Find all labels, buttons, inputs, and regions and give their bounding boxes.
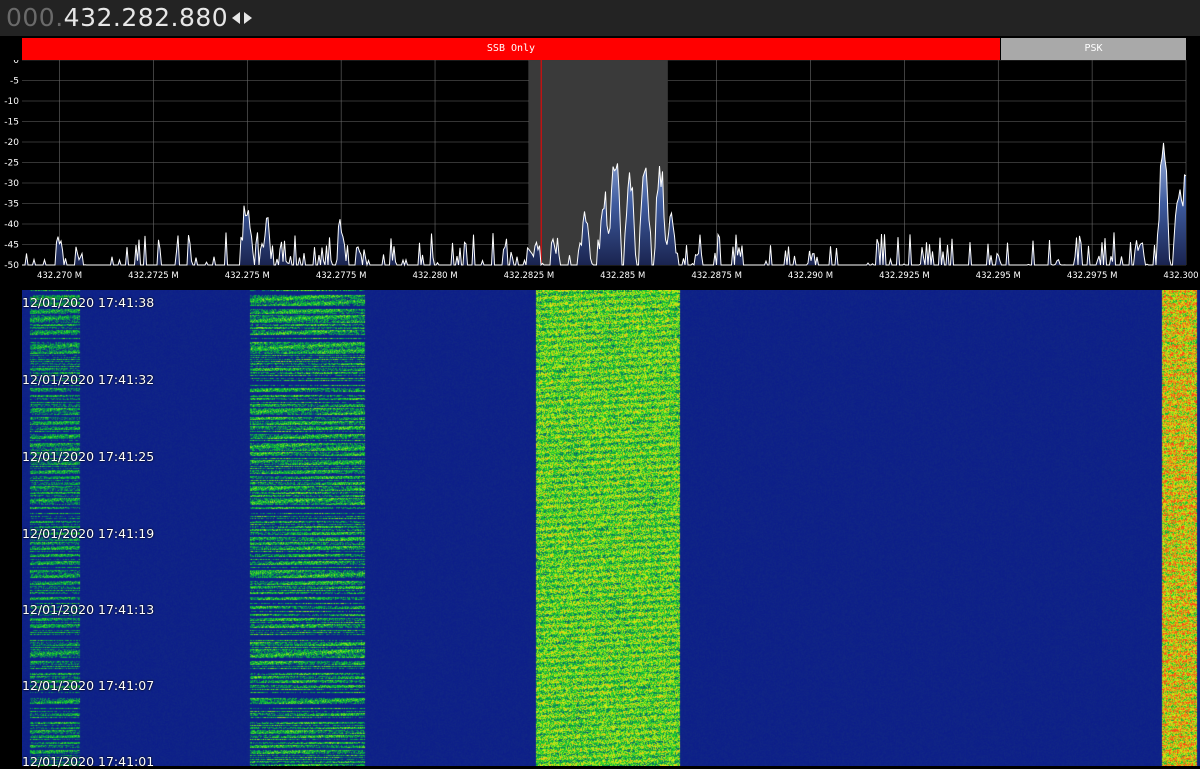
frequency-tick-label: 432.2925 M xyxy=(879,271,930,281)
frequency-tick-label: 432.270 M xyxy=(37,271,82,281)
waterfall-canvas[interactable] xyxy=(22,290,1200,766)
waterfall-timestamp: 12/01/2020 17:41:01 xyxy=(22,754,155,769)
db-tick-label: -10 xyxy=(4,97,19,107)
waterfall-timestamp: 12/01/2020 17:41:25 xyxy=(22,449,155,464)
frequency-tick-label: 432.290 M xyxy=(788,271,833,281)
waterfall-timestamp: 12/01/2020 17:41:19 xyxy=(22,526,155,541)
frequency-tick-label: 432.2825 M xyxy=(504,271,555,281)
frequency-tick-label: 432.280 M xyxy=(412,271,457,281)
frequency-tick-label: 432.2775 M xyxy=(316,271,367,281)
db-tick-label: -20 xyxy=(4,138,19,148)
frequency-digits[interactable]: 432.282.880 xyxy=(64,3,229,32)
db-tick-label: -15 xyxy=(4,118,19,128)
waterfall-timestamp: 12/01/2020 17:41:32 xyxy=(22,372,155,387)
arrow-left-icon[interactable] xyxy=(232,12,241,24)
db-tick-label: -35 xyxy=(4,200,19,210)
waterfall-display[interactable]: 12/01/2020 17:41:38 12/01/2020 17:41:32 … xyxy=(22,290,1200,769)
waterfall-timestamp: 12/01/2020 17:41:07 xyxy=(22,678,155,693)
frequency-tick-label: 432.295 M xyxy=(976,271,1021,281)
frequency-display[interactable]: 000.432.282.880 xyxy=(6,2,228,34)
bandplan-bar: SSB Only PSK xyxy=(22,38,1186,60)
db-tick-label: -45 xyxy=(4,241,19,251)
arrow-right-icon[interactable] xyxy=(243,12,252,24)
db-tick-label: -30 xyxy=(4,179,19,189)
spectrum-plot[interactable]: 0 -5 -10 -15 -20 -25 -30 -35 -40 -45 -50 432.270 M… xyxy=(0,60,1200,286)
tuner-bar: 000.432.282.880 xyxy=(0,0,1200,36)
left-right-arrows-icon[interactable] xyxy=(232,9,254,27)
db-tick-label: -25 xyxy=(4,159,19,169)
db-tick-label: -5 xyxy=(10,77,19,87)
frequency-tick-label: 432.285 M xyxy=(600,271,645,281)
bandplan-segment-psk[interactable]: PSK xyxy=(1001,38,1186,60)
waterfall-timestamp: 12/01/2020 17:41:13 xyxy=(22,602,155,617)
frequency-tick-label: 432.300 M xyxy=(1163,271,1200,281)
frequency-tick-label: 432.2875 M xyxy=(691,271,742,281)
frequency-tick-label: 432.2975 M xyxy=(1067,271,1118,281)
bandplan-segment-ssb-only[interactable]: SSB Only xyxy=(22,38,1000,60)
frequency-leading-digits[interactable]: 000. xyxy=(6,3,64,32)
waterfall-timestamp: 12/01/2020 17:41:38 xyxy=(22,295,155,310)
frequency-tick-label: 432.275 M xyxy=(225,271,270,281)
frequency-tick-label: 432.2725 M xyxy=(128,271,179,281)
db-tick-label: 0 xyxy=(13,60,19,66)
db-tick-label: -40 xyxy=(4,220,19,230)
db-tick-label: -50 xyxy=(4,261,19,271)
